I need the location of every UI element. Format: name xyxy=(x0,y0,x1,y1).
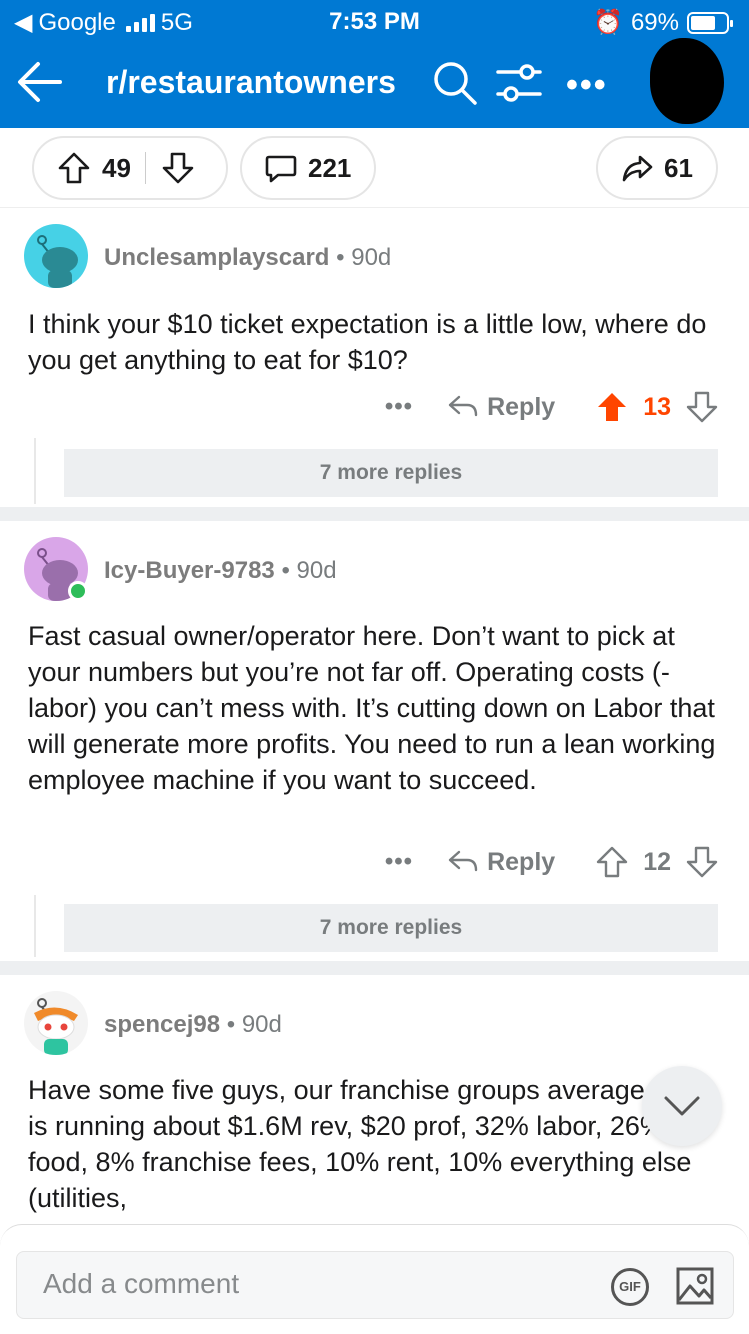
back-arrow-icon[interactable] xyxy=(14,56,66,108)
comment-username[interactable]: spencej98 xyxy=(104,1011,220,1038)
reply-label: Reply xyxy=(487,392,556,421)
comment-composer: Add a comment GIF xyxy=(0,1224,749,1334)
status-bar: ◀ Google 5G 7:53 PM ⏰ 69% xyxy=(0,0,749,44)
comment-actions: ••• Reply 12 xyxy=(385,845,719,879)
comment-age: 90d xyxy=(351,244,392,271)
reply-button[interactable]: Reply xyxy=(447,848,555,877)
thread-line[interactable] xyxy=(34,895,36,957)
user-avatar[interactable] xyxy=(650,38,724,124)
comment-score: 13 xyxy=(643,392,671,421)
app-header: ◀ Google 5G 7:53 PM ⏰ 69% r/restaurantow… xyxy=(0,0,749,128)
downvote-icon[interactable] xyxy=(160,150,196,186)
share-icon xyxy=(622,155,653,182)
comment-bubble-icon xyxy=(265,155,297,183)
avatar[interactable] xyxy=(24,991,88,1055)
more-replies-button[interactable]: 7 more replies xyxy=(64,449,718,497)
alarm-icon: ⏰ xyxy=(593,9,623,36)
comment-divider xyxy=(0,507,749,521)
comment-more-icon[interactable]: ••• xyxy=(385,393,413,421)
battery-icon xyxy=(687,11,733,34)
battery-percent: 69% xyxy=(630,8,679,36)
comment: spencej98 • 90d Have some five guys, our… xyxy=(0,975,749,1225)
post-actions: 49 221 61 xyxy=(0,136,749,208)
comment-username[interactable]: Unclesamplayscard xyxy=(104,244,329,271)
reply-label: Reply xyxy=(487,847,556,876)
post-comment-count: 221 xyxy=(308,152,352,183)
comment-more-icon[interactable]: ••• xyxy=(385,848,413,876)
comment-meta: Unclesamplayscard • 90d xyxy=(104,244,391,272)
vote-pill: 49 xyxy=(32,136,228,200)
sort-filter-icon[interactable] xyxy=(494,58,544,108)
comment-divider xyxy=(0,961,749,975)
thread-line[interactable] xyxy=(34,438,36,504)
comment: Unclesamplayscard • 90d I think your $10… xyxy=(0,208,749,508)
downvote-icon[interactable] xyxy=(685,845,719,879)
status-right: ⏰ 69% xyxy=(593,8,733,37)
online-status-badge xyxy=(68,581,88,601)
upvote-icon[interactable] xyxy=(56,150,92,186)
reply-arrow-icon xyxy=(448,395,478,417)
share-button[interactable]: 61 xyxy=(596,136,718,200)
comment-actions: ••• Reply 13 xyxy=(385,390,719,424)
downvote-icon[interactable] xyxy=(685,390,719,424)
gif-button[interactable]: GIF xyxy=(611,1268,649,1306)
comment-age: 90d xyxy=(241,1011,282,1038)
meta-dot: • xyxy=(281,557,297,584)
add-comment-placeholder: Add a comment xyxy=(43,1268,240,1299)
subreddit-title[interactable]: r/restaurantowners xyxy=(106,64,396,101)
comment-meta: Icy-Buyer-9783 • 90d xyxy=(104,557,337,585)
reply-arrow-icon xyxy=(448,850,478,872)
comment: Icy-Buyer-9783 • 90d Fast casual owner/o… xyxy=(0,521,749,961)
snoo-avatar-icon xyxy=(37,235,78,288)
post-share-count: 61 xyxy=(664,152,693,183)
upvote-icon[interactable] xyxy=(595,845,629,879)
more-options-icon[interactable]: ••• xyxy=(566,66,608,105)
comment-body: Fast casual owner/operator here. Don’t w… xyxy=(28,621,716,795)
meta-dot: • xyxy=(336,244,352,271)
reply-button[interactable]: Reply xyxy=(447,393,555,422)
search-icon[interactable] xyxy=(430,58,480,108)
avatar[interactable] xyxy=(24,224,88,288)
more-replies-button[interactable]: 7 more replies xyxy=(64,904,718,952)
comment-age: 90d xyxy=(296,557,337,584)
comment-score: 12 xyxy=(643,847,671,876)
scroll-down-button[interactable] xyxy=(642,1066,722,1146)
image-upload-icon[interactable] xyxy=(675,1266,715,1306)
comments-button[interactable]: 221 xyxy=(240,136,376,200)
comment-username[interactable]: Icy-Buyer-9783 xyxy=(104,557,275,584)
comment-body: Have some five guys, our franchise group… xyxy=(28,1075,713,1213)
upvote-icon[interactable] xyxy=(595,390,629,424)
post-vote-count: 49 xyxy=(102,152,131,183)
chevron-down-icon xyxy=(664,1096,700,1116)
meta-dot: • xyxy=(226,1011,242,1038)
comment-meta: spencej98 • 90d xyxy=(104,1011,282,1039)
add-comment-input[interactable]: Add a comment GIF xyxy=(16,1251,734,1319)
vote-divider xyxy=(144,152,146,184)
snoo-avatar-icon xyxy=(34,998,78,1055)
comment-body: I think your $10 ticket expectation is a… xyxy=(28,309,707,375)
avatar[interactable] xyxy=(24,537,88,601)
nav-bar: r/restaurantowners ••• xyxy=(0,38,749,124)
